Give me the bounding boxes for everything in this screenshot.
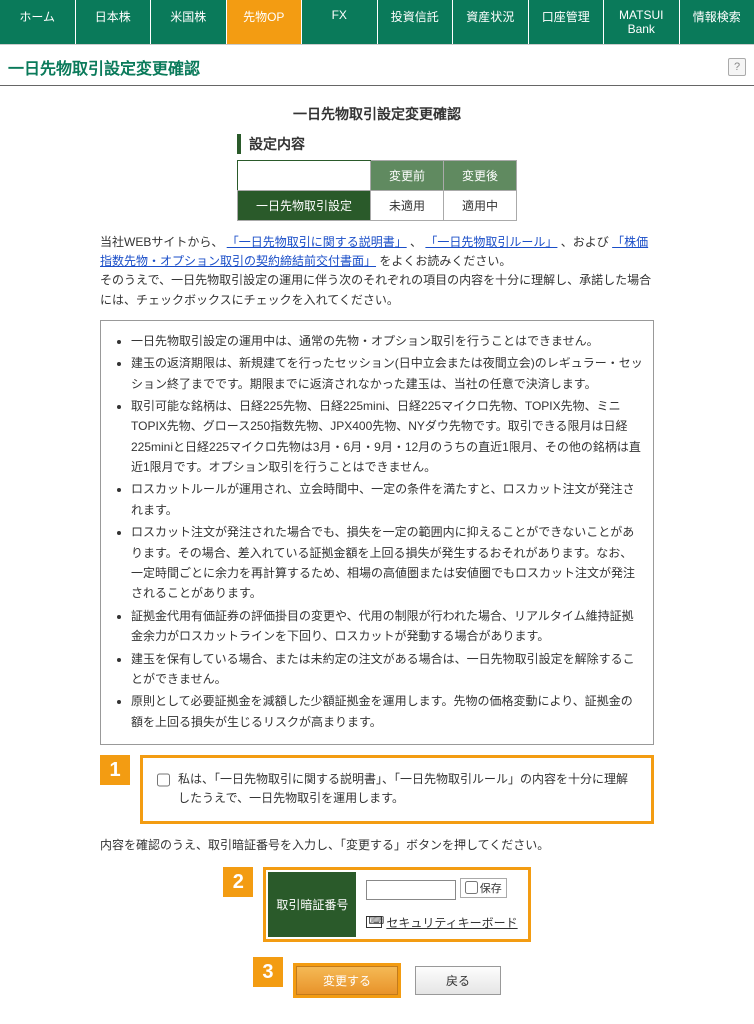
security-keyboard-label: セキュリティキーボード	[386, 914, 517, 931]
step-2-badge: 2	[223, 867, 253, 897]
pin-input[interactable]	[366, 880, 456, 900]
global-nav: ホーム 日本株 米国株 先物OP FX 投資信託 資産状況 口座管理 MATSU…	[0, 0, 754, 45]
save-pin-wrap[interactable]: 保存	[460, 878, 507, 898]
note-item: 原則として必要証拠金を減額した少額証拠金を運用します。先物の価格変動により、証拠…	[131, 691, 643, 732]
note-item: 取引可能な銘柄は、日経225先物、日経225mini、日経225マイクロ先物、T…	[131, 396, 643, 478]
pin-panel: 取引暗証番号 保存	[263, 867, 530, 942]
intro-prefix: 当社WEBサイトから、	[100, 235, 223, 249]
note-item: ロスカットルールが運用され、立会時間中、一定の条件を満たすと、ロスカット注文が発…	[131, 479, 643, 520]
page-title-bar: 一日先物取引設定変更確認 ?	[0, 45, 754, 86]
page-title: 一日先物取引設定変更確認	[8, 55, 200, 79]
step-3-row: 3 変更する 戻る	[253, 957, 501, 998]
nav-home[interactable]: ホーム	[0, 0, 76, 44]
settings-table: 変更前 変更後 一日先物取引設定 未適用 適用中	[237, 160, 517, 221]
nav-account[interactable]: 口座管理	[529, 0, 605, 44]
keyboard-icon	[366, 916, 382, 928]
nav-futures-op[interactable]: 先物OP	[227, 0, 303, 44]
step-1-row: 1 私は、「一日先物取引に関する説明書」、「一日先物取引ルール」の内容を十分に理…	[100, 755, 654, 823]
step-3-badge: 3	[253, 957, 283, 987]
val-after: 適用中	[444, 191, 517, 221]
back-button[interactable]: 戻る	[415, 966, 501, 995]
ack-checkbox[interactable]	[157, 772, 170, 788]
nav-us-stock[interactable]: 米国株	[151, 0, 227, 44]
nav-fx[interactable]: FX	[302, 0, 378, 44]
note-item: 建玉を保有している場合、または未約定の注文がある場合は、一日先物取引設定を解除す…	[131, 649, 643, 690]
link-rules[interactable]: 「一日先物取引ルール」	[425, 235, 557, 249]
security-keyboard-link[interactable]: セキュリティキーボード	[366, 914, 517, 931]
note-item: 一日先物取引設定の運用中は、通常の先物・オプション取引を行うことはできません。	[131, 331, 643, 351]
sub-title: 一日先物取引設定変更確認	[40, 104, 714, 124]
note-item: ロスカット注文が発注された場合でも、損失を一定の範囲内に抑えることができないこと…	[131, 522, 643, 604]
nav-mutual-fund[interactable]: 投資信託	[378, 0, 454, 44]
step-2-row: 2 取引暗証番号 保存	[223, 867, 530, 945]
submit-wrap: 変更する	[293, 963, 401, 998]
col-after: 変更後	[444, 161, 517, 191]
row-label: 一日先物取引設定	[237, 191, 370, 221]
submit-button[interactable]: 変更する	[296, 966, 398, 995]
ack-box: 私は、「一日先物取引に関する説明書」、「一日先物取引ルール」の内容を十分に理解し…	[140, 755, 654, 823]
save-pin-checkbox[interactable]	[465, 881, 478, 894]
val-before: 未適用	[370, 191, 443, 221]
hint-text: 内容を確認のうえ、取引暗証番号を入力し、「変更する」ボタンを押してください。	[100, 836, 654, 853]
step-1-badge: 1	[100, 755, 130, 785]
nav-info-search[interactable]: 情報検索	[680, 0, 754, 44]
content-area: 一日先物取引設定変更確認 設定内容 変更前 変更後 一日先物取引設定 未適用 適…	[0, 86, 754, 1024]
pin-label: 取引暗証番号	[268, 872, 356, 937]
ack-text: 私は、「一日先物取引に関する説明書」、「一日先物取引ルール」の内容を十分に理解し…	[178, 770, 637, 808]
intro-line2: そのうえで、一日先物取引設定の運用に伴う次のそれぞれの項目の内容を十分に理解し、…	[100, 273, 651, 306]
section-header: 設定内容	[237, 134, 517, 154]
nav-jp-stock[interactable]: 日本株	[76, 0, 152, 44]
note-item: 証拠金代用有価証券の評価掛目の変更や、代用の制限が行われた場合、リアルタイム維持…	[131, 606, 643, 647]
intro-text: 当社WEBサイトから、 「一日先物取引に関する説明書」 、 「一日先物取引ルール…	[100, 233, 654, 310]
note-item: 建玉の返済期限は、新規建てを行ったセッション(日中立会または夜間立会)のレギュラ…	[131, 353, 643, 394]
help-icon[interactable]: ?	[728, 58, 746, 76]
link-manual[interactable]: 「一日先物取引に関する説明書」	[227, 235, 407, 249]
save-pin-label: 保存	[480, 880, 502, 896]
notes-box: 一日先物取引設定の運用中は、通常の先物・オプション取引を行うことはできません。 …	[100, 320, 654, 745]
nav-matsui-bank[interactable]: MATSUI Bank	[604, 0, 680, 44]
nav-assets[interactable]: 資産状況	[453, 0, 529, 44]
col-before: 変更前	[370, 161, 443, 191]
